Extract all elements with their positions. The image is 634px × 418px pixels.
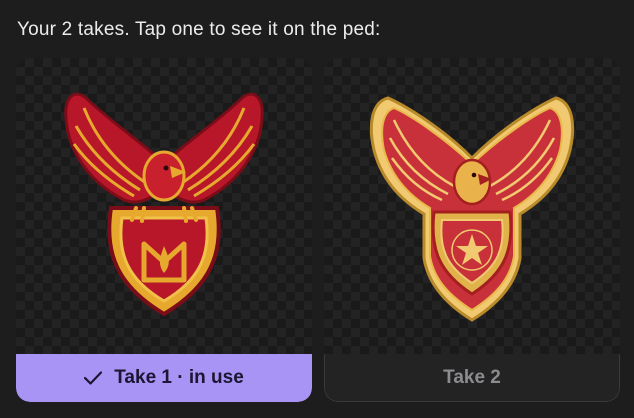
take-1-preview[interactable] — [16, 58, 312, 354]
take-2-preview[interactable] — [324, 58, 620, 354]
take-1-label: Take 1 · in use — [114, 367, 244, 388]
take-1-card[interactable]: Take 1 · in use — [16, 58, 312, 402]
instruction-heading: Your 2 takes. Tap one to see it on the p… — [17, 19, 381, 40]
eagle-patch-gold-image — [369, 96, 575, 322]
take-2-label: Take 2 — [443, 366, 501, 388]
eagle-patch-red-image — [64, 92, 264, 317]
take-2-select-button[interactable]: Take 2 — [324, 354, 620, 402]
take-2-card[interactable]: Take 2 — [324, 58, 620, 402]
checkmark-icon — [84, 371, 103, 385]
take-1-select-button[interactable]: Take 1 · in use — [16, 354, 312, 402]
